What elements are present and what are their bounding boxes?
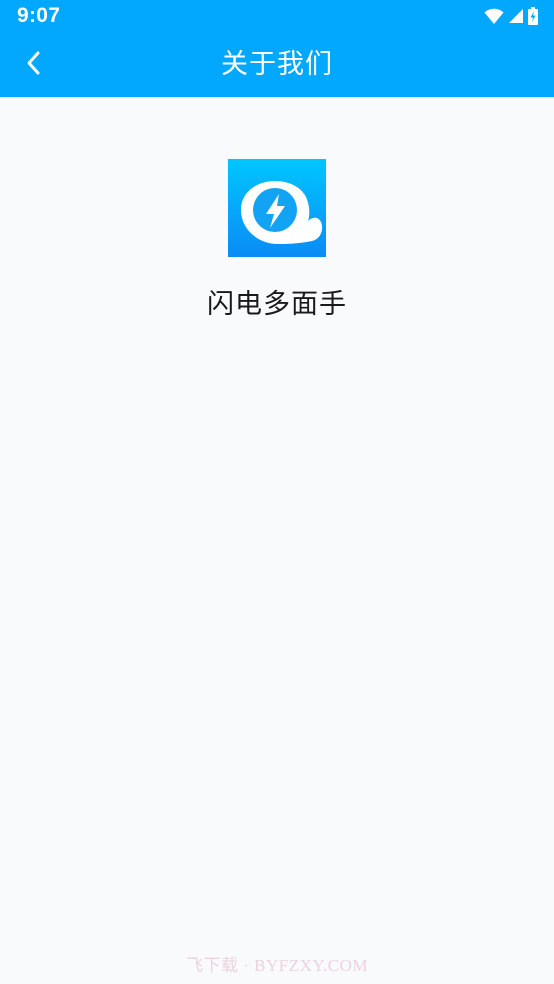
cellular-signal-icon [508,8,524,28]
wifi-icon [484,8,504,29]
app-bar: 关于我们 [0,34,554,97]
status-time: 9:07 [17,4,61,27]
chevron-left-icon [24,50,44,80]
app-logo-icon [228,159,326,257]
status-icons [484,7,538,29]
battery-charging-icon [528,7,538,29]
about-content: 闪电多面手 [0,97,554,984]
page-title: 关于我们 [221,49,333,80]
app-name: 闪电多面手 [207,289,347,320]
status-bar: 9:07 [0,0,554,34]
watermark: 飞下载 · BYFZXY.COM [186,956,368,975]
back-button[interactable] [14,45,54,85]
